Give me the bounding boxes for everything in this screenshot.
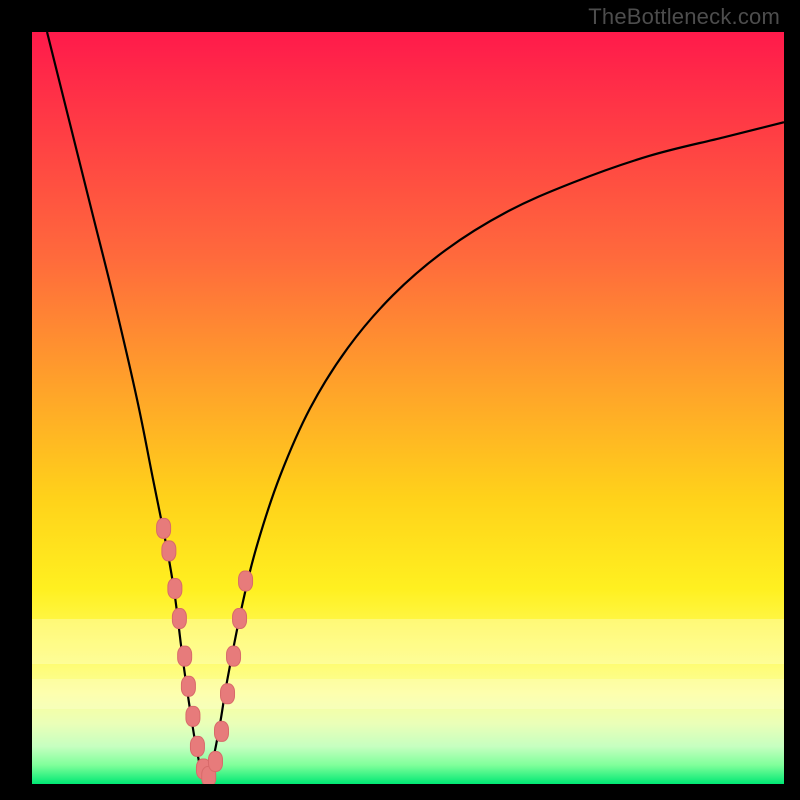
marker-point [186, 706, 200, 726]
marker-point [168, 578, 182, 598]
marker-point [239, 571, 253, 591]
marker-group [157, 518, 253, 784]
marker-point [233, 609, 247, 629]
chart-svg [32, 32, 784, 784]
marker-point [178, 646, 192, 666]
outer-frame: TheBottleneck.com [0, 0, 800, 800]
marker-point [162, 541, 176, 561]
marker-point [172, 609, 186, 629]
marker-point [215, 721, 229, 741]
marker-point [181, 676, 195, 696]
bottleneck-curve [47, 32, 784, 780]
marker-point [221, 684, 235, 704]
plot-area [32, 32, 784, 784]
marker-point [157, 518, 171, 538]
watermark-text: TheBottleneck.com [588, 4, 780, 30]
marker-point [208, 751, 222, 771]
marker-point [227, 646, 241, 666]
marker-point [190, 736, 204, 756]
